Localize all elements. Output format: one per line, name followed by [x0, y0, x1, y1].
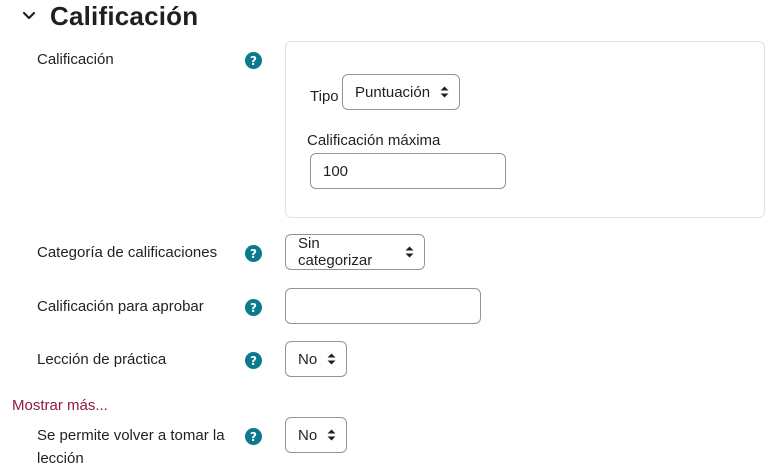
select-caret-icon [405, 245, 414, 259]
retake-select[interactable]: No [285, 417, 347, 453]
grade-max-label: Calificación máxima [307, 132, 441, 149]
help-icon[interactable]: ? [245, 352, 262, 369]
practice-select[interactable]: No [285, 341, 347, 377]
grade-type-value: Puntuación [355, 83, 431, 101]
help-icon[interactable]: ? [245, 52, 262, 69]
select-caret-icon [440, 85, 449, 99]
help-icon[interactable]: ? [245, 245, 262, 262]
help-icon[interactable]: ? [245, 428, 262, 445]
select-caret-icon [327, 352, 336, 366]
select-caret-icon [327, 428, 336, 442]
pass-label: Calificación para aprobar [37, 298, 204, 315]
section-title: Calificación [50, 0, 199, 31]
pass-input[interactable] [285, 288, 481, 324]
grade-label: Calificación [37, 51, 114, 68]
practice-value: No [298, 350, 318, 368]
category-label: Categoría de calificaciones [37, 244, 218, 261]
grade-type-label: Tipo [310, 88, 339, 105]
grade-type-select[interactable]: Puntuación [342, 74, 460, 110]
grade-max-value: 100 [323, 162, 349, 180]
section-header[interactable]: Calificación [18, 0, 198, 32]
help-icon[interactable]: ? [245, 299, 262, 316]
retake-value: No [298, 426, 318, 444]
practice-label: Lección de práctica [37, 351, 167, 368]
category-value: Sin categorizar [298, 235, 373, 269]
category-select[interactable]: Sin categorizar [285, 234, 425, 270]
retake-label-line1: Se permite volver a tomar la [37, 427, 225, 444]
show-more-link[interactable]: Mostrar más... [12, 397, 108, 414]
grade-max-input[interactable]: 100 [310, 153, 506, 189]
grade-fieldset: Tipo Puntuación Calificación máxima 100 [285, 41, 765, 218]
chevron-down-icon[interactable] [18, 5, 40, 27]
